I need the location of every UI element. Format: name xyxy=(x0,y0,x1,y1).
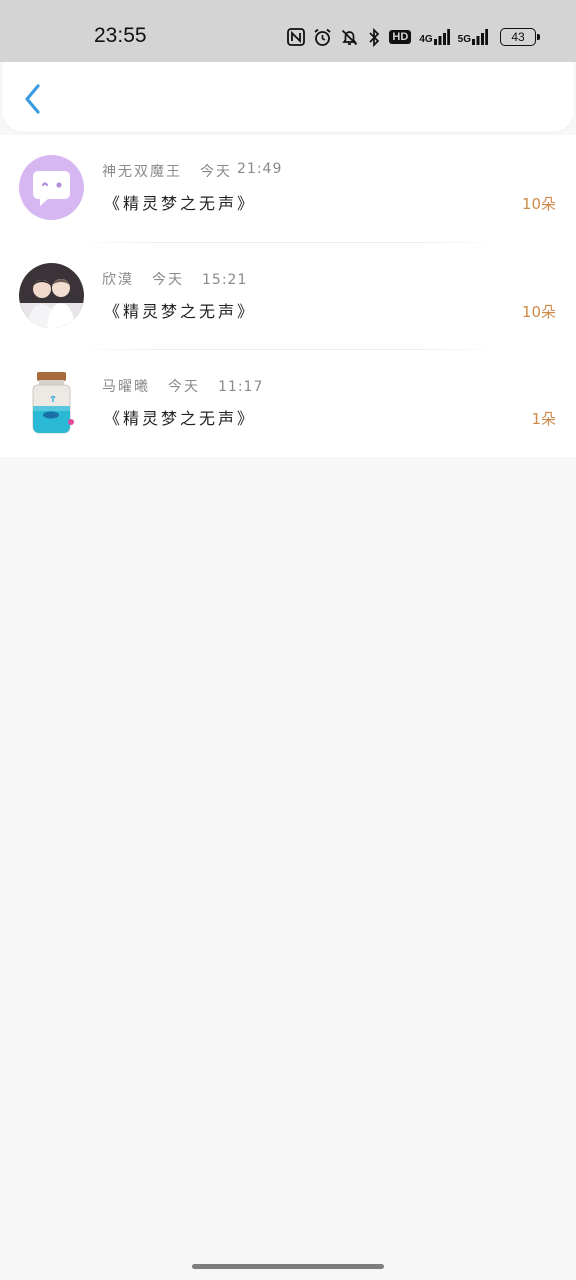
chevron-left-icon xyxy=(25,84,40,114)
header xyxy=(2,62,574,132)
mute-bell-icon xyxy=(340,28,359,47)
bluetooth-icon xyxy=(367,27,381,47)
photo-avatar-icon xyxy=(19,262,84,328)
nfc-icon xyxy=(287,28,306,46)
status-time: 23:55 xyxy=(94,24,147,47)
network-4g-label: 4G xyxy=(419,34,433,45)
signal-bars-icon xyxy=(433,29,450,45)
send-time: 15:21 xyxy=(202,271,248,288)
avatar[interactable] xyxy=(19,155,84,220)
network-5g-label: 5G xyxy=(457,34,471,45)
flower-count: 1朵 xyxy=(531,410,556,428)
send-day: 今天 xyxy=(168,379,200,395)
avatar[interactable] xyxy=(19,262,84,328)
hd-voice-badge: HD xyxy=(389,30,412,44)
sender-name: 欣漠 xyxy=(102,271,134,288)
work-title: 《精灵梦之无声》 xyxy=(104,194,257,213)
status-bar: 23:55 HD 4G 5G 43 xyxy=(0,0,576,62)
flower-count: 10朵 xyxy=(521,195,556,213)
work-title: 《精灵梦之无声》 xyxy=(104,301,257,321)
list-item[interactable]: 马曜曦 今天 11:17 《精灵梦之无声》 1朵 xyxy=(0,350,576,458)
row-meta: 神无双魔王 今天 xyxy=(102,161,232,181)
send-time: 21:49 xyxy=(237,161,283,177)
home-indicator[interactable] xyxy=(192,1264,384,1269)
alarm-icon xyxy=(313,28,332,47)
work-title: 《精灵梦之无声》 xyxy=(104,409,257,428)
status-icons: HD 4G 5G 43 xyxy=(287,24,540,50)
signal-5g: 5G xyxy=(458,29,488,45)
send-time: 11:17 xyxy=(218,379,264,395)
bottle-whale-avatar-icon xyxy=(19,370,84,435)
list-item[interactable]: 神无双魔王 今天 21:49 《精灵梦之无声》 10朵 xyxy=(0,135,576,243)
row-time: 21:49 xyxy=(237,161,282,177)
signal-bars-icon xyxy=(472,29,488,45)
back-button[interactable] xyxy=(16,82,50,116)
row-meta: 欣漠 今天 15:21 xyxy=(102,269,247,289)
gift-record-list: 神无双魔王 今天 21:49 《精灵梦之无声》 10朵 欣漠 今天 15:21 … xyxy=(0,135,576,457)
avatar[interactable] xyxy=(19,370,84,435)
send-day: 今天 xyxy=(152,271,184,288)
flower-count: 10朵 xyxy=(521,302,556,321)
send-day: 今天 xyxy=(200,164,232,180)
row-meta: 马曜曦 今天 11:17 xyxy=(102,376,263,396)
sender-name: 马曜曦 xyxy=(102,379,150,395)
battery-indicator: 43 xyxy=(500,28,540,46)
signal-4g: 4G xyxy=(419,29,450,45)
sender-name: 神无双魔王 xyxy=(102,164,182,180)
list-item[interactable]: 欣漠 今天 15:21 《精灵梦之无声》 10朵 xyxy=(0,243,576,350)
chat-bubble-avatar-icon xyxy=(19,155,84,220)
